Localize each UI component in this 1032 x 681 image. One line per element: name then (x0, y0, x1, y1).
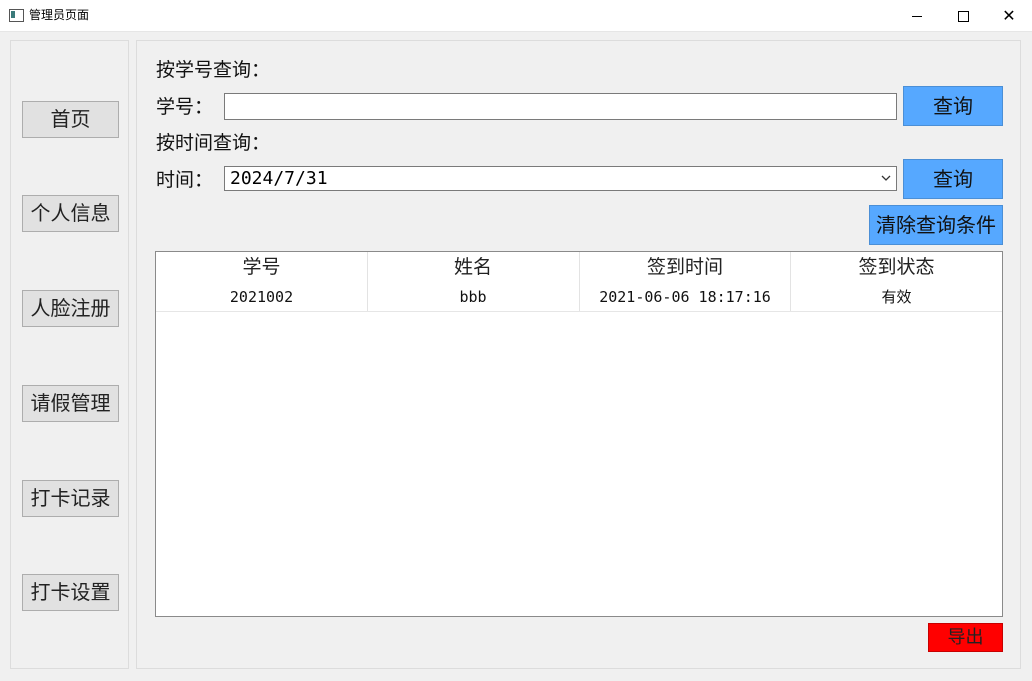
nav-leave-management-button[interactable]: 请假管理 (22, 385, 119, 422)
nav-profile-button[interactable]: 个人信息 (22, 195, 119, 232)
maximize-button[interactable] (940, 0, 986, 31)
student-id-label: 学号： (156, 96, 214, 118)
column-header-student-id[interactable]: 学号 (156, 252, 367, 283)
close-button[interactable]: ✕ (986, 0, 1032, 31)
checkin-table: 学号 姓名 签到时间 签到状态 2021002 bbb 2021-06-06 1… (155, 251, 1003, 617)
cell-name[interactable]: bbb (367, 283, 578, 311)
table-header: 学号 姓名 签到时间 签到状态 (156, 252, 1002, 283)
cell-student-id[interactable]: 2021002 (156, 283, 367, 311)
nav-face-register-button[interactable]: 人脸注册 (22, 290, 119, 327)
sidebar-nav: 首页 个人信息 人脸注册 请假管理 打卡记录 打卡设置 (10, 40, 129, 669)
close-icon: ✕ (1002, 6, 1016, 25)
column-header-name[interactable]: 姓名 (367, 252, 578, 283)
date-picker[interactable]: 2024/7/31 (224, 166, 897, 191)
student-id-input[interactable] (224, 93, 897, 120)
nav-checkin-records-button[interactable]: 打卡记录 (22, 480, 119, 517)
window-title: 管理员页面 (29, 8, 90, 22)
cell-checkin-time[interactable]: 2021-06-06 18:17:16 (579, 283, 790, 311)
minimize-button[interactable] (894, 0, 940, 31)
minimize-icon (912, 16, 922, 17)
search-by-id-heading: 按学号查询： (156, 59, 271, 81)
maximize-icon (957, 11, 969, 22)
nav-home-button[interactable]: 首页 (22, 101, 119, 138)
query-by-id-button[interactable]: 查询 (903, 86, 1003, 126)
query-by-time-button[interactable]: 查询 (903, 159, 1003, 199)
export-button[interactable]: 导出 (928, 623, 1003, 652)
time-label: 时间： (156, 169, 214, 191)
clear-conditions-button[interactable]: 清除查询条件 (869, 205, 1003, 245)
table-row[interactable]: 2021002 bbb 2021-06-06 18:17:16 有效 (156, 283, 1002, 312)
chevron-down-icon (881, 175, 891, 181)
app-window-icon (9, 9, 24, 22)
column-header-checkin-status[interactable]: 签到状态 (790, 252, 1002, 283)
title-bar: 管理员页面 ✕ (0, 0, 1032, 32)
date-value: 2024/7/31 (230, 168, 328, 189)
nav-checkin-settings-button[interactable]: 打卡设置 (22, 574, 119, 611)
search-by-time-heading: 按时间查询： (156, 132, 271, 154)
cell-checkin-status[interactable]: 有效 (790, 283, 1002, 311)
column-header-checkin-time[interactable]: 签到时间 (579, 252, 790, 283)
